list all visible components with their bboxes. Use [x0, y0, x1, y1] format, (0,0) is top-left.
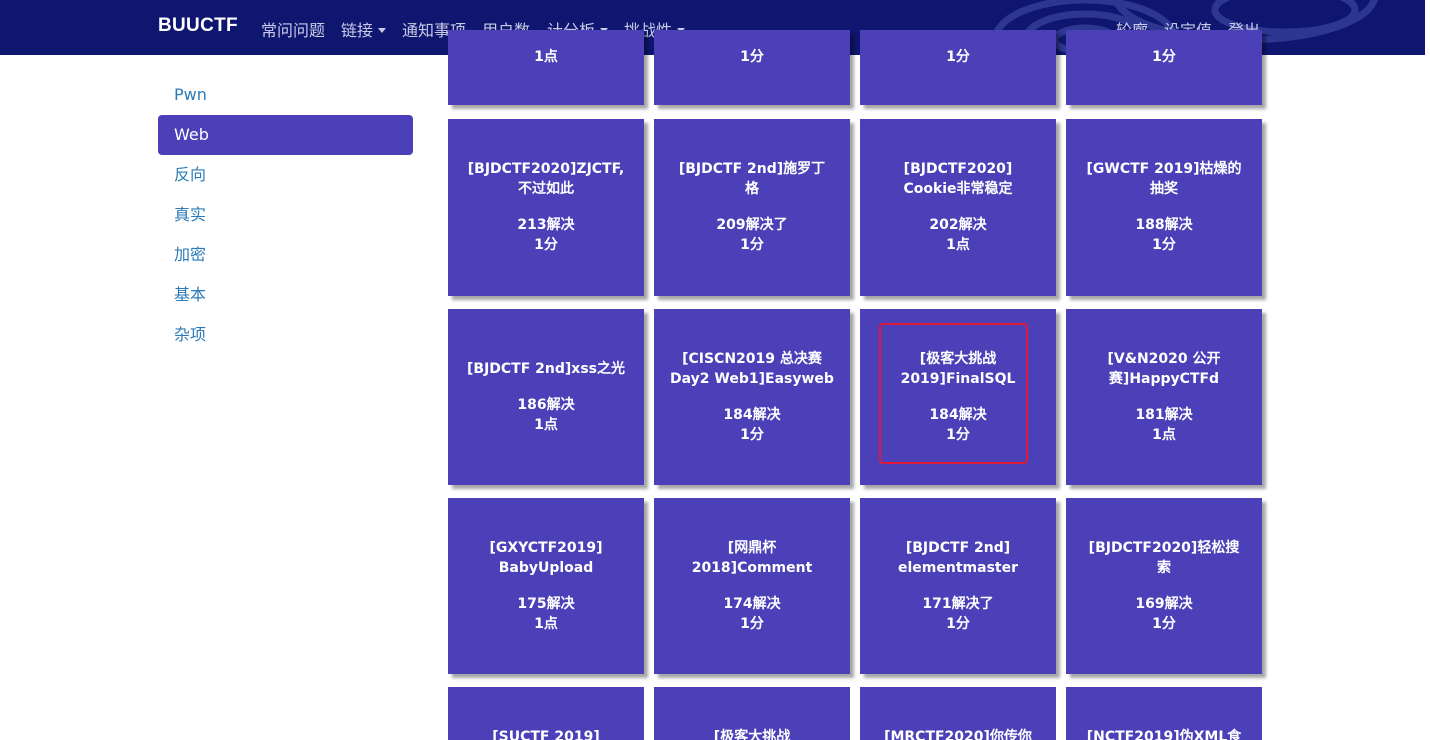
sidebar-item-web[interactable]: Web	[158, 115, 413, 155]
challenge-points: 1分	[740, 427, 764, 443]
challenge-points: 1点	[946, 237, 970, 253]
challenge-card[interactable]: [SUCTF 2019]	[448, 687, 644, 740]
challenge-title: [CISCN2019 总决赛 Day2 Web1]Easyweb	[670, 351, 834, 387]
challenge-points: 1分	[740, 616, 764, 632]
nav-faq[interactable]: 常问问题	[261, 17, 325, 41]
challenge-card[interactable]: [GXYCTF2019] BabyUpload 175解决 1点	[448, 498, 644, 674]
sidebar-item-misc[interactable]: 杂项	[158, 315, 413, 355]
challenge-points: 1点	[1152, 427, 1176, 443]
challenge-card[interactable]: 1分	[860, 30, 1056, 105]
challenge-solves: 175解决	[517, 596, 575, 612]
challenge-points: 1分	[534, 237, 558, 253]
sidebar-item-reverse[interactable]: 反向	[158, 155, 413, 195]
sidebar-item-real[interactable]: 真实	[158, 195, 413, 235]
challenge-title: [BJDCTF 2nd]xss之光	[467, 361, 625, 377]
challenge-points: 1分	[740, 49, 764, 65]
challenge-title: [SUCTF 2019]	[492, 729, 600, 740]
challenge-card[interactable]: [网鼎杯 2018]Comment 174解决 1分	[654, 498, 850, 674]
challenge-title: [V&N2020 公开 赛]HappyCTFd	[1107, 351, 1221, 387]
challenge-solves: 184解决	[723, 407, 781, 423]
challenge-card[interactable]: 1分	[654, 30, 850, 105]
challenge-solves: 184解决	[929, 407, 987, 423]
challenge-solves: 209解决了	[716, 217, 788, 233]
challenge-card[interactable]: [BJDCTF 2nd]施罗丁格 209解决了 1分	[654, 119, 850, 296]
challenge-title: [MRCTF2020]你传你	[884, 729, 1032, 740]
chevron-down-icon	[378, 28, 387, 33]
challenge-card[interactable]: [BJDCTF2020]ZJCTF, 不过如此 213解决 1分	[448, 119, 644, 296]
challenge-card[interactable]: [CISCN2019 总决赛 Day2 Web1]Easyweb 184解决 1分	[654, 309, 850, 485]
challenge-points: 1分	[740, 237, 764, 253]
challenge-solves: 188解决	[1135, 217, 1193, 233]
challenge-title: [GXYCTF2019] BabyUpload	[489, 540, 603, 576]
sidebar-item-pwn[interactable]: Pwn	[158, 75, 413, 115]
challenge-card[interactable]: [MRCTF2020]你传你	[860, 687, 1056, 740]
challenge-card[interactable]: [BJDCTF 2nd]xss之光 186解决 1点	[448, 309, 644, 485]
challenge-title: [BJDCTF 2nd]施罗丁格	[678, 161, 826, 197]
challenge-title: [极客大挑战 2019]FinalSQL	[900, 351, 1016, 387]
challenge-points: 1分	[1152, 616, 1176, 632]
challenge-title: [GWCTF 2019]枯燥的 抽奖	[1086, 161, 1242, 197]
challenge-card[interactable]: [GWCTF 2019]枯燥的 抽奖 188解决 1分	[1066, 119, 1262, 296]
challenge-title: [极客大挑战	[713, 729, 791, 740]
challenge-card[interactable]: [NCTF2019]伪XML食	[1066, 687, 1262, 740]
challenge-points: 1分	[946, 616, 970, 632]
nav-links-dropdown[interactable]: 链接	[341, 17, 387, 41]
challenge-card-focused[interactable]: [极客大挑战 2019]FinalSQL 184解决 1分	[860, 309, 1056, 485]
challenge-solves: 169解决	[1135, 596, 1193, 612]
challenge-title: [BJDCTF2020]轻松搜索	[1088, 540, 1240, 576]
sidebar-item-crypto[interactable]: 加密	[158, 235, 413, 275]
challenge-card[interactable]: [BJDCTF2020]轻松搜索 169解决 1分	[1066, 498, 1262, 674]
challenge-title: [BJDCTF2020] Cookie非常稳定	[903, 161, 1013, 197]
challenge-card[interactable]: [BJDCTF2020] Cookie非常稳定 202解决 1点	[860, 119, 1056, 296]
sidebar-item-basic[interactable]: 基本	[158, 275, 413, 315]
challenge-solves: 186解决	[517, 397, 575, 413]
challenge-title: [BJDCTF2020]ZJCTF, 不过如此	[467, 161, 625, 197]
challenge-solves: 171解决了	[922, 596, 994, 612]
challenge-solves: 202解决	[929, 217, 987, 233]
challenge-solves: 174解决	[723, 596, 781, 612]
challenge-title: [NCTF2019]伪XML食	[1086, 729, 1242, 740]
challenge-points: 1点	[534, 49, 558, 65]
challenge-card[interactable]: [极客大挑战	[654, 687, 850, 740]
challenge-card[interactable]: [BJDCTF 2nd] elementmaster 171解决了 1分	[860, 498, 1056, 674]
challenge-points: 1分	[1152, 237, 1176, 253]
challenge-solves: 181解决	[1135, 407, 1193, 423]
challenge-points: 1点	[534, 616, 558, 632]
challenge-title: [BJDCTF 2nd] elementmaster	[898, 540, 1018, 576]
challenge-points: 1分	[946, 49, 970, 65]
challenge-card[interactable]: 1分	[1066, 30, 1262, 105]
brand-logo[interactable]: BUUCTF	[158, 15, 238, 37]
challenge-solves: 213解决	[517, 217, 575, 233]
challenge-title: [网鼎杯 2018]Comment	[691, 540, 813, 576]
challenge-card[interactable]: 1点	[448, 30, 644, 105]
challenge-points: 1点	[534, 417, 558, 433]
challenge-card[interactable]: [V&N2020 公开 赛]HappyCTFd 181解决 1点	[1066, 309, 1262, 485]
challenge-points: 1分	[1152, 49, 1176, 65]
challenge-points: 1分	[946, 427, 970, 443]
